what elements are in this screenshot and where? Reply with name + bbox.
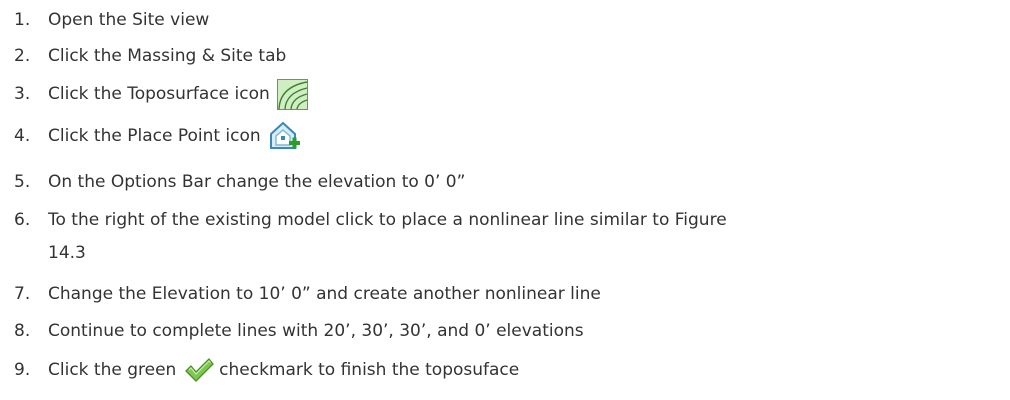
step-number: 8. — [14, 321, 31, 341]
step-number: 3. — [14, 84, 31, 104]
step-text-continuation: 14.3 — [48, 243, 86, 263]
step-text: Click the Place Point icon — [48, 126, 261, 146]
step-text: Continue to complete lines with 20’, 30’… — [48, 321, 584, 341]
step-number: 2. — [14, 46, 31, 66]
step-text: Open the Site view — [48, 10, 210, 30]
step-number: 6. — [14, 210, 31, 230]
step-number: 4. — [14, 126, 31, 146]
instruction-list: 1. Open the Site view 2. Click the Massi… — [0, 0, 1010, 400]
step-text: On the Options Bar change the elevation … — [48, 172, 466, 192]
place-point-icon — [268, 120, 302, 152]
step-number: 5. — [14, 172, 31, 192]
step-number: 7. — [14, 284, 31, 304]
step-text: Click the green — [48, 360, 177, 380]
toposurface-icon — [277, 78, 309, 110]
step-text: To the right of the existing model click… — [48, 210, 727, 230]
checkmark-icon — [184, 357, 214, 383]
step-number: 9. — [14, 360, 31, 380]
step-text: Click the Massing & Site tab — [48, 46, 287, 66]
step-text: checkmark to finish the toposuface — [219, 360, 520, 380]
step-number: 1. — [14, 10, 31, 30]
step-text: Click the Toposurface icon — [48, 84, 270, 104]
step-text: Change the Elevation to 10’ 0” and creat… — [48, 284, 601, 304]
